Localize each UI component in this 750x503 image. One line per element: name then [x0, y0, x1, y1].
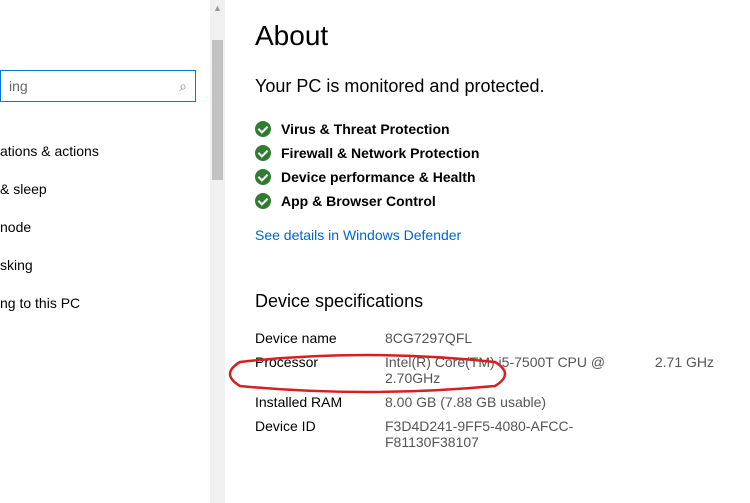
spec-extra — [655, 326, 730, 350]
spec-extra — [655, 390, 730, 414]
spec-row-ram: Installed RAM 8.00 GB (7.88 GB usable) — [255, 390, 730, 414]
check-icon — [255, 121, 271, 137]
protection-label: Firewall & Network Protection — [281, 145, 479, 161]
sidebar-item[interactable]: & sleep — [0, 170, 210, 208]
spec-value: Intel(R) Core(TM) i5-7500T CPU @ 2.70GHz — [385, 350, 655, 390]
sidebar-nav: ations & actions & sleep node sking ng t… — [0, 132, 210, 322]
spec-extra — [655, 414, 730, 454]
spec-label: Device ID — [255, 414, 385, 454]
sidebar-item[interactable]: ng to this PC — [0, 284, 210, 322]
protection-label: Device performance & Health — [281, 169, 476, 185]
spec-value: F3D4D241-9FF5-4080-AFCC-F81130F38107 — [385, 414, 655, 454]
page-subtitle: Your PC is monitored and protected. — [255, 76, 730, 97]
specs-heading: Device specifications — [255, 291, 730, 312]
protection-label: Virus & Threat Protection — [281, 121, 450, 137]
check-icon — [255, 193, 271, 209]
spec-extra: 2.71 GHz — [655, 350, 730, 390]
page-title: About — [255, 20, 730, 52]
spec-label: Installed RAM — [255, 390, 385, 414]
check-icon — [255, 169, 271, 185]
defender-link[interactable]: See details in Windows Defender — [255, 227, 461, 243]
sidebar-item[interactable]: node — [0, 208, 210, 246]
spec-label: Device name — [255, 326, 385, 350]
specs-table: Device name 8CG7297QFL Processor Intel(R… — [255, 326, 730, 454]
spec-label: Processor — [255, 350, 385, 390]
protection-item: Firewall & Network Protection — [255, 141, 730, 165]
spec-value: 8.00 GB (7.88 GB usable) — [385, 390, 655, 414]
sidebar-item[interactable]: sking — [0, 246, 210, 284]
spec-row-device-id: Device ID F3D4D241-9FF5-4080-AFCC-F81130… — [255, 414, 730, 454]
spec-value: 8CG7297QFL — [385, 326, 655, 350]
search-input[interactable] — [9, 78, 171, 94]
scrollbar[interactable]: ▲ — [210, 0, 225, 503]
search-icon: ⌕ — [179, 78, 187, 95]
protection-item: Virus & Threat Protection — [255, 117, 730, 141]
protection-item: Device performance & Health — [255, 165, 730, 189]
check-icon — [255, 145, 271, 161]
protection-list: Virus & Threat Protection Firewall & Net… — [255, 117, 730, 213]
protection-item: App & Browser Control — [255, 189, 730, 213]
spec-row-processor: Processor Intel(R) Core(TM) i5-7500T CPU… — [255, 350, 730, 390]
protection-label: App & Browser Control — [281, 193, 436, 209]
spec-row-device-name: Device name 8CG7297QFL — [255, 326, 730, 350]
sidebar-item[interactable]: ations & actions — [0, 132, 210, 170]
scroll-up-icon[interactable]: ▲ — [210, 0, 225, 16]
scroll-thumb[interactable] — [212, 40, 223, 180]
search-input-container[interactable]: ⌕ — [0, 70, 196, 102]
